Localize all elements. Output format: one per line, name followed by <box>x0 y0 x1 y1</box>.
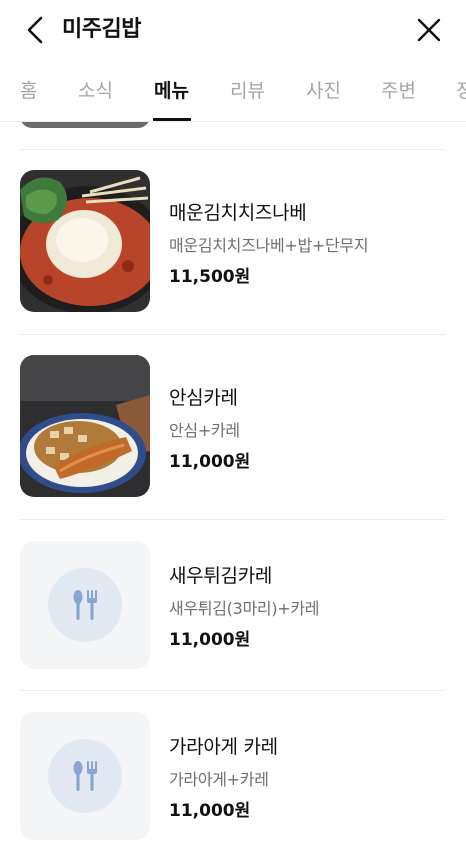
tab-photos[interactable]: 사진 <box>306 64 341 121</box>
menu-item-name: 새우튀김카레 <box>169 565 273 587</box>
active-tab-indicator <box>153 118 191 121</box>
close-button[interactable] <box>412 12 446 48</box>
menu-item-description: 매운김치치즈나베+밥+단무지 <box>169 236 369 255</box>
tab-info-partial[interactable]: 정 <box>456 64 466 121</box>
utensils-icon <box>73 590 97 620</box>
menu-item-price: 11,000원 <box>169 630 251 650</box>
menu-item-description: 새우튀김(3마리)+카레 <box>169 599 320 618</box>
menu-list: 매운김치치즈나베 매운김치치즈나베+밥+단무지 11,500원 안심카레 안심+… <box>0 122 466 853</box>
menu-item-description: 가라아게+카레 <box>169 770 269 789</box>
menu-item-name: 안심카레 <box>169 387 238 409</box>
menu-item-image-placeholder <box>20 712 150 840</box>
page-title: 미주김밥 <box>62 17 141 42</box>
top-bar: 미주김밥 <box>0 0 466 60</box>
utensils-icon <box>73 761 97 791</box>
divider <box>20 519 446 520</box>
tab-home[interactable]: 홈 <box>20 64 37 121</box>
menu-item[interactable]: 새우튀김카레 새우튀김(3마리)+카레 11,000원 <box>0 541 466 691</box>
menu-item[interactable]: 안심카레 안심+카레 11,000원 <box>0 355 466 519</box>
kimchi-cheese-nabe-photo <box>20 170 150 312</box>
tab-menu[interactable]: 메뉴 <box>154 64 189 121</box>
chevron-left-icon <box>27 16 43 44</box>
menu-item-price: 11,000원 <box>169 801 251 821</box>
tab-nearby[interactable]: 주변 <box>381 64 416 121</box>
divider <box>20 334 446 335</box>
menu-item-name: 가라아게 카레 <box>169 736 278 758</box>
tab-bar: 홈 소식 메뉴 리뷰 사진 주변 정 <box>0 64 466 122</box>
previous-item-photo <box>20 122 150 128</box>
tenderloin-curry-photo <box>20 355 150 497</box>
tab-reviews[interactable]: 리뷰 <box>230 64 265 121</box>
menu-item-image-placeholder <box>20 541 150 669</box>
menu-item-name: 매운김치치즈나베 <box>169 202 307 224</box>
menu-item-description: 안심+카레 <box>169 421 240 440</box>
back-button[interactable] <box>18 12 52 48</box>
tab-news[interactable]: 소식 <box>78 64 113 121</box>
menu-item[interactable]: 매운김치치즈나베 매운김치치즈나베+밥+단무지 11,500원 <box>0 170 466 334</box>
menu-item-price: 11,500원 <box>169 267 251 287</box>
menu-item[interactable]: 가라아게 카레 가라아게+카레 11,000원 <box>0 712 466 853</box>
menu-item-price: 11,000원 <box>169 452 251 472</box>
close-icon <box>417 18 441 42</box>
divider <box>20 149 446 150</box>
divider <box>20 690 446 691</box>
